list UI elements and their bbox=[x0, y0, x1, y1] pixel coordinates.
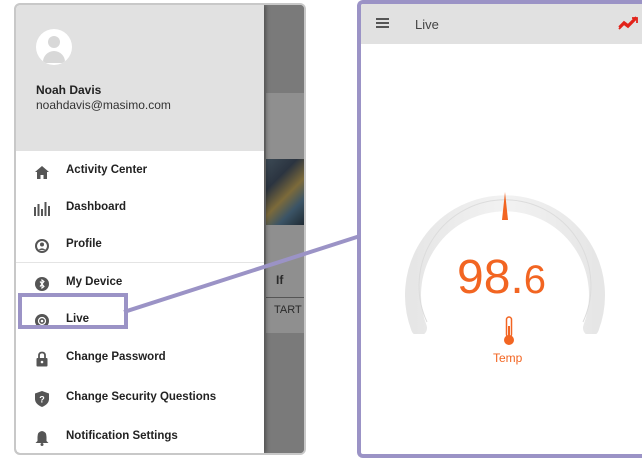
background-card-image bbox=[266, 159, 304, 225]
user-name: Noah Davis bbox=[36, 83, 102, 97]
page-title: Live bbox=[415, 17, 439, 32]
avatar[interactable] bbox=[36, 29, 72, 65]
menu-item-label: Dashboard bbox=[66, 201, 127, 213]
bell-icon bbox=[34, 430, 50, 446]
svg-text:?: ? bbox=[39, 395, 45, 405]
live-screen: Live 98.6 Temp bbox=[357, 0, 642, 458]
menu-item-change-security-questions[interactable]: ? Change Security Questions bbox=[16, 381, 264, 417]
menu-item-activity-center[interactable]: Activity Center bbox=[16, 154, 264, 190]
navigation-drawer-screen: ⋮ If TART Noah Davis noahdavis@masimo.co… bbox=[14, 3, 306, 455]
background-divider bbox=[266, 297, 304, 298]
live-highlight-callout bbox=[18, 293, 128, 329]
bluetooth-icon bbox=[34, 276, 50, 292]
navigation-drawer: Noah Davis noahdavis@masimo.com Activity… bbox=[16, 5, 264, 453]
temperature-value-dec: 6 bbox=[523, 258, 546, 302]
temperature-value-int: 98. bbox=[457, 251, 524, 304]
home-icon bbox=[34, 164, 50, 180]
menu-item-label: Profile bbox=[66, 238, 102, 250]
background-card-text: If bbox=[276, 273, 284, 287]
thermometer-icon bbox=[504, 316, 514, 345]
menu-item-label: Notification Settings bbox=[66, 430, 178, 442]
trend-icon[interactable] bbox=[618, 16, 638, 32]
avatar-body bbox=[43, 51, 65, 63]
menu-item-label: Change Password bbox=[66, 351, 166, 363]
menu-item-profile[interactable]: Profile bbox=[16, 228, 264, 264]
shield-question-icon: ? bbox=[34, 391, 50, 407]
menu-icon[interactable] bbox=[376, 18, 389, 28]
dashboard-icon bbox=[34, 201, 50, 217]
more-options-icon: ⋮ bbox=[302, 245, 304, 259]
lock-icon bbox=[34, 351, 50, 367]
menu-item-dashboard[interactable]: Dashboard bbox=[16, 191, 264, 227]
menu-divider bbox=[16, 262, 264, 263]
menu-item-notification-settings[interactable]: Notification Settings bbox=[16, 420, 264, 453]
background-start-button: TART bbox=[274, 304, 302, 316]
menu-item-label: My Device bbox=[66, 276, 123, 288]
menu-item-label: Change Security Questions bbox=[66, 391, 217, 403]
menu-item-label: Activity Center bbox=[66, 164, 148, 176]
user-email: noahdavis@masimo.com bbox=[36, 98, 171, 112]
menu-item-change-password[interactable]: Change Password bbox=[16, 341, 264, 377]
avatar-head bbox=[48, 36, 60, 48]
profile-icon bbox=[34, 238, 50, 254]
drawer-header: Noah Davis noahdavis@masimo.com bbox=[16, 5, 264, 151]
temperature-label: Temp bbox=[493, 351, 523, 365]
live-top-bar: Live bbox=[361, 4, 642, 44]
temperature-value: 98.6 bbox=[457, 254, 546, 304]
